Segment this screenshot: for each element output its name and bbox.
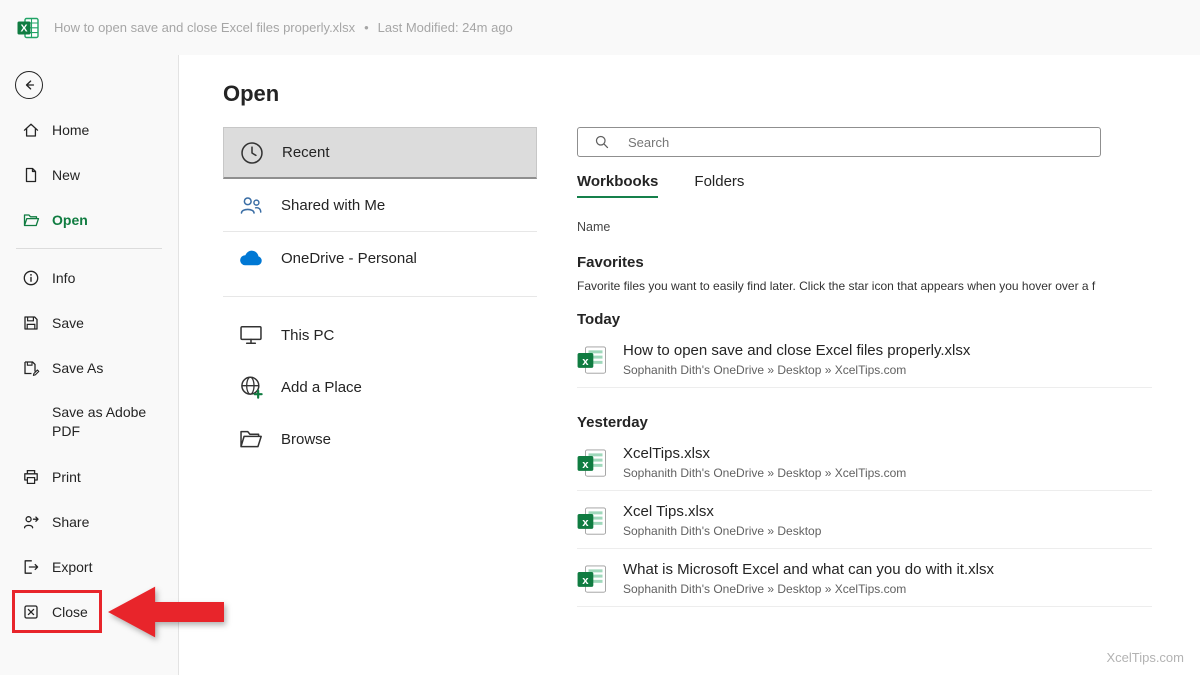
file-row[interactable]: XcelTips.xlsx Sophanith Dith's OneDrive … (577, 433, 1152, 491)
file-row[interactable]: Xcel Tips.xlsx Sophanith Dith's OneDrive… (577, 491, 1152, 549)
sidebar-divider (16, 248, 162, 249)
location-onedrive-personal[interactable]: OneDrive - Personal (223, 232, 537, 284)
sidebar-item-label: Info (52, 270, 75, 286)
last-modified-text: Last Modified: 24m ago (378, 20, 513, 35)
people-icon (237, 191, 265, 219)
file-path: Sophanith Dith's OneDrive » Desktop » Xc… (623, 363, 970, 377)
save-as-icon (22, 359, 40, 377)
excel-file-icon (577, 507, 607, 535)
sidebar-item-close[interactable]: Close (0, 589, 178, 634)
sidebar-item-save-as[interactable]: Save As (0, 345, 178, 390)
sidebar-item-label: Open (52, 212, 88, 228)
sidebar-item-label: Share (52, 514, 89, 530)
sidebar-item-label: Close (52, 604, 88, 620)
folder-icon (237, 425, 265, 453)
sidebar-item-label: Home (52, 122, 89, 138)
location-label: Shared with Me (281, 197, 385, 214)
excel-backstage-window: How to open save and close Excel files p… (0, 0, 1200, 675)
document-title: How to open save and close Excel files p… (54, 20, 355, 35)
home-icon (22, 121, 40, 139)
clock-icon (238, 139, 266, 167)
search-box[interactable] (577, 127, 1101, 157)
sidebar-item-open[interactable]: Open (0, 197, 178, 242)
title-separator: • (364, 20, 369, 35)
sidebar-item-save-as-adobe-pdf[interactable]: Save as Adobe PDF (0, 390, 178, 454)
location-label: Add a Place (281, 379, 362, 396)
file-info: Xcel Tips.xlsx Sophanith Dith's OneDrive… (623, 503, 821, 538)
titlebar: How to open save and close Excel files p… (0, 0, 1200, 55)
location-label: Browse (281, 431, 331, 448)
sidebar-item-print[interactable]: Print (0, 454, 178, 499)
column-header-name[interactable]: Name (577, 220, 1152, 234)
file-info: XcelTips.xlsx Sophanith Dith's OneDrive … (623, 445, 906, 480)
page-title: Open (223, 81, 1200, 107)
sidebar-item-label: Save As (52, 360, 103, 376)
file-path: Sophanith Dith's OneDrive » Desktop (623, 524, 821, 538)
sidebar-item-info[interactable]: Info (0, 255, 178, 300)
export-icon (22, 558, 40, 576)
onedrive-cloud-icon (237, 244, 265, 272)
computer-icon (237, 321, 265, 349)
file-name: XcelTips.xlsx (623, 445, 906, 462)
location-recent[interactable]: Recent (223, 127, 537, 179)
file-name: How to open save and close Excel files p… (623, 342, 970, 359)
file-row[interactable]: What is Microsoft Excel and what can you… (577, 549, 1152, 607)
open-folder-icon (22, 211, 40, 229)
sidebar-item-label: Save (52, 315, 84, 331)
file-path: Sophanith Dith's OneDrive » Desktop » Xc… (623, 582, 994, 596)
tab-workbooks[interactable]: Workbooks (577, 173, 658, 198)
file-info: What is Microsoft Excel and what can you… (623, 561, 994, 596)
group-heading-yesterday: Yesterday (577, 414, 1152, 431)
search-input[interactable] (626, 134, 1100, 151)
location-shared-with-me[interactable]: Shared with Me (223, 179, 537, 231)
file-path: Sophanith Dith's OneDrive » Desktop » Xc… (623, 466, 906, 480)
share-icon (22, 513, 40, 531)
file-name: Xcel Tips.xlsx (623, 503, 821, 520)
location-add-a-place[interactable]: Add a Place (223, 361, 537, 413)
sidebar-item-new[interactable]: New (0, 152, 178, 197)
tab-folders[interactable]: Folders (694, 173, 744, 198)
group-heading-today: Today (577, 311, 1152, 328)
sidebar-item-label: New (52, 167, 80, 183)
file-info: How to open save and close Excel files p… (623, 342, 970, 377)
watermark-text: XcelTips.com (1106, 650, 1184, 665)
excel-file-icon (577, 449, 607, 477)
close-icon (22, 603, 40, 621)
sidebar-item-home[interactable]: Home (0, 107, 178, 152)
globe-plus-icon (237, 373, 265, 401)
excel-file-icon (577, 565, 607, 593)
titlebar-text: How to open save and close Excel files p… (54, 20, 513, 35)
save-icon (22, 314, 40, 332)
file-browser: Workbooks Folders Name Favorites Favorit… (537, 127, 1200, 607)
file-name: What is Microsoft Excel and what can you… (623, 561, 994, 578)
printer-icon (22, 468, 40, 486)
open-locations-list: Recent Shared with Me OneDrive - Persona… (223, 127, 537, 465)
info-icon (22, 269, 40, 287)
back-arrow-icon (21, 77, 37, 93)
sidebar-item-label: Print (52, 469, 81, 485)
file-tabs: Workbooks Folders (577, 173, 1152, 198)
new-document-icon (22, 166, 40, 184)
back-button[interactable] (15, 71, 43, 99)
search-icon (594, 134, 610, 150)
excel-logo-icon (16, 16, 40, 40)
favorites-description: Favorite files you want to easily find l… (577, 279, 1152, 293)
file-row[interactable]: How to open save and close Excel files p… (577, 330, 1152, 388)
location-label: OneDrive - Personal (281, 250, 417, 267)
backstage-sidebar: Home New Open Info Save Save As Save as … (0, 55, 179, 675)
open-backstage: Open Recent Shared with Me OneDrive - Pe… (179, 55, 1200, 675)
sidebar-item-export[interactable]: Export (0, 544, 178, 589)
sidebar-item-save[interactable]: Save (0, 300, 178, 345)
location-browse[interactable]: Browse (223, 413, 537, 465)
location-label: Recent (282, 144, 330, 161)
excel-file-icon (577, 346, 607, 374)
location-label: This PC (281, 327, 334, 344)
sidebar-item-label: Export (52, 559, 92, 575)
location-this-pc[interactable]: This PC (223, 309, 537, 361)
sidebar-item-label: Save as Adobe PDF (52, 403, 164, 441)
sidebar-item-share[interactable]: Share (0, 499, 178, 544)
divider (223, 296, 537, 297)
favorites-heading: Favorites (577, 254, 1152, 271)
